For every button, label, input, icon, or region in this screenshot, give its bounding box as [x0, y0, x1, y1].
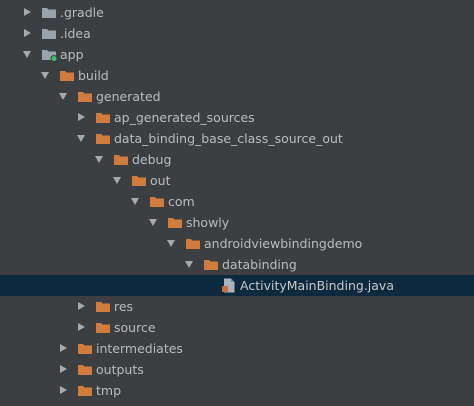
tree-row-gradle[interactable]: .gradle	[0, 2, 474, 23]
tree-item-label: outputs	[96, 362, 144, 377]
collapse-arrow-icon[interactable]	[129, 191, 141, 212]
collapse-arrow-icon[interactable]	[39, 65, 51, 86]
collapse-arrow-icon[interactable]	[57, 86, 69, 107]
tree-row-debug[interactable]: debug	[0, 149, 474, 170]
expand-arrow-icon[interactable]	[75, 317, 87, 338]
folder-gray-icon	[42, 28, 56, 39]
folder-gray-icon	[42, 7, 56, 18]
project-tree: .gradle .idea app build generated ap_generate…	[0, 2, 474, 401]
tree-item-label: ap_generated_sources	[114, 110, 255, 125]
folder-orange-icon	[204, 259, 218, 270]
tree-row-out[interactable]: out	[0, 170, 474, 191]
tree-row-showly[interactable]: showly	[0, 212, 474, 233]
tree-item-label: showly	[186, 215, 230, 230]
tree-row-data-binding-base-class-source-out[interactable]: data_binding_base_class_source_out	[0, 128, 474, 149]
collapse-arrow-icon[interactable]	[183, 254, 195, 275]
java-file-icon	[222, 278, 236, 293]
collapse-arrow-icon[interactable]	[165, 233, 177, 254]
expand-arrow-icon[interactable]	[75, 296, 87, 317]
tree-row-ap-generated-sources[interactable]: ap_generated_sources	[0, 107, 474, 128]
folder-orange-icon	[186, 238, 200, 249]
collapse-arrow-icon[interactable]	[111, 170, 123, 191]
expand-arrow-icon[interactable]	[21, 23, 33, 44]
tree-item-label: .gradle	[60, 5, 104, 20]
expand-arrow-icon[interactable]	[75, 107, 87, 128]
folder-orange-icon	[78, 91, 92, 102]
tree-row-source[interactable]: source	[0, 317, 474, 338]
folder-orange-icon	[60, 70, 74, 81]
tree-item-label: app	[60, 47, 84, 62]
tree-item-label: debug	[132, 152, 172, 167]
module-folder-icon	[42, 49, 58, 62]
tree-row-androidviewbindingdemo[interactable]: androidviewbindingdemo	[0, 233, 474, 254]
folder-orange-icon	[96, 301, 110, 312]
tree-row-activitymainbinding-java[interactable]: ActivityMainBinding.java	[0, 275, 474, 296]
expand-arrow-icon[interactable]	[21, 2, 33, 23]
tree-row-intermediates[interactable]: intermediates	[0, 338, 474, 359]
folder-orange-icon	[168, 217, 182, 228]
tree-item-label: intermediates	[96, 341, 183, 356]
tree-item-label: ActivityMainBinding.java	[240, 278, 394, 293]
tree-row-com[interactable]: com	[0, 191, 474, 212]
collapse-arrow-icon[interactable]	[21, 44, 33, 65]
tree-row-build[interactable]: build	[0, 65, 474, 86]
tree-item-label: data_binding_base_class_source_out	[114, 131, 343, 146]
folder-orange-icon	[96, 322, 110, 333]
folder-orange-icon	[114, 154, 128, 165]
tree-row-tmp[interactable]: tmp	[0, 380, 474, 401]
expand-arrow-icon[interactable]	[57, 380, 69, 401]
tree-item-label: source	[114, 320, 156, 335]
tree-item-label: tmp	[96, 383, 122, 398]
tree-row-generated[interactable]: generated	[0, 86, 474, 107]
collapse-arrow-icon[interactable]	[93, 149, 105, 170]
folder-orange-icon	[78, 343, 92, 354]
folder-orange-icon	[78, 385, 92, 396]
folder-orange-icon	[96, 133, 110, 144]
folder-orange-icon	[150, 196, 164, 207]
tree-row-idea[interactable]: .idea	[0, 23, 474, 44]
tree-item-label: generated	[96, 89, 161, 104]
expand-arrow-icon[interactable]	[57, 338, 69, 359]
collapse-arrow-icon[interactable]	[75, 128, 87, 149]
folder-orange-icon	[96, 112, 110, 123]
tree-item-label: androidviewbindingdemo	[204, 236, 363, 251]
tree-row-databinding[interactable]: databinding	[0, 254, 474, 275]
tree-row-app[interactable]: app	[0, 44, 474, 65]
tree-item-label: build	[78, 68, 109, 83]
expand-arrow-icon[interactable]	[57, 359, 69, 380]
tree-item-label: out	[150, 173, 171, 188]
folder-orange-icon	[78, 364, 92, 375]
tree-item-label: com	[168, 194, 195, 209]
tree-item-label: .idea	[60, 26, 91, 41]
tree-row-res[interactable]: res	[0, 296, 474, 317]
tree-row-outputs[interactable]: outputs	[0, 359, 474, 380]
collapse-arrow-icon[interactable]	[147, 212, 159, 233]
folder-orange-icon	[132, 175, 146, 186]
tree-item-label: res	[114, 299, 134, 314]
tree-item-label: databinding	[222, 257, 297, 272]
